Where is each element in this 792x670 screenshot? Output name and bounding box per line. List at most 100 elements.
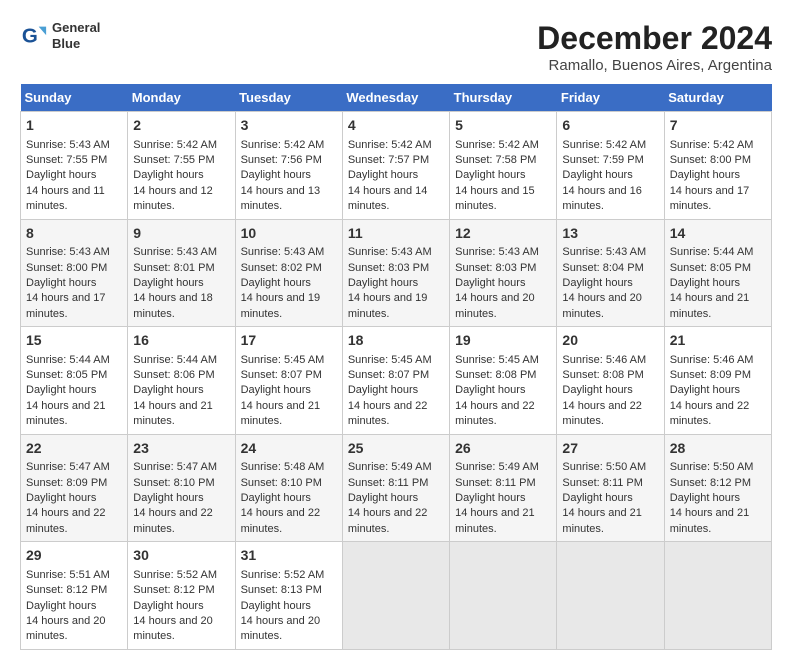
daylight-duration: 14 hours and 21 minutes.: [562, 507, 642, 534]
sunset-text: Sunset: 8:10 PM: [133, 477, 214, 489]
sunset-text: Sunset: 7:57 PM: [348, 154, 429, 166]
day-number: 21: [670, 331, 766, 351]
day-number: 25: [348, 439, 444, 459]
calendar-cell: 6Sunrise: 5:42 AMSunset: 7:59 PMDaylight…: [557, 112, 664, 220]
sunset-text: Sunset: 7:59 PM: [562, 154, 643, 166]
calendar-body: 1Sunrise: 5:43 AMSunset: 7:55 PMDaylight…: [21, 112, 772, 650]
calendar-cell: 22Sunrise: 5:47 AMSunset: 8:09 PMDayligh…: [21, 434, 128, 542]
daylight-duration: 14 hours and 19 minutes.: [348, 292, 428, 319]
daylight-duration: 14 hours and 20 minutes.: [562, 292, 642, 319]
daylight-duration: 14 hours and 13 minutes.: [241, 185, 321, 212]
column-header-thursday: Thursday: [450, 84, 557, 112]
daylight-text: Daylight hours: [348, 169, 418, 181]
daylight-duration: 14 hours and 16 minutes.: [562, 185, 642, 212]
daylight-duration: 14 hours and 22 minutes.: [348, 400, 428, 427]
day-number: 18: [348, 331, 444, 351]
day-number: 12: [455, 224, 551, 244]
calendar-cell: 9Sunrise: 5:43 AMSunset: 8:01 PMDaylight…: [128, 219, 235, 327]
calendar-cell: 17Sunrise: 5:45 AMSunset: 8:07 PMDayligh…: [235, 327, 342, 435]
sunrise-text: Sunrise: 5:46 AM: [562, 354, 646, 366]
sunset-text: Sunset: 8:05 PM: [670, 262, 751, 274]
sunset-text: Sunset: 8:09 PM: [26, 477, 107, 489]
daylight-text: Daylight hours: [455, 492, 525, 504]
sunrise-text: Sunrise: 5:42 AM: [455, 139, 539, 151]
sunrise-text: Sunrise: 5:42 AM: [348, 139, 432, 151]
sunset-text: Sunset: 8:04 PM: [562, 262, 643, 274]
calendar-cell: 14 Sunrise: 5:44 AM Sunset: 8:05 PM Dayligh…: [664, 219, 771, 327]
sunset-text: Sunset: 8:01 PM: [133, 262, 214, 274]
daylight-duration: 14 hours and 21 minutes.: [670, 292, 750, 319]
sunrise-text: Sunrise: 5:48 AM: [241, 461, 325, 473]
day-number: 28: [670, 439, 766, 459]
logo-icon: G: [20, 22, 48, 50]
daylight-text: Daylight hours: [241, 169, 311, 181]
sunrise-text: Sunrise: 5:45 AM: [455, 354, 539, 366]
daylight-duration: 14 hours and 21 minutes.: [455, 507, 535, 534]
sunrise-text: Sunrise: 5:47 AM: [26, 461, 110, 473]
day-number: 8: [26, 224, 122, 244]
daylight-duration: 14 hours and 22 minutes.: [348, 507, 428, 534]
daylight-text: Daylight hours: [348, 384, 418, 396]
sunrise-text: Sunrise: 5:52 AM: [241, 569, 325, 581]
sunrise-text: Sunrise: 5:42 AM: [133, 139, 217, 151]
daylight-duration: 14 hours and 17 minutes.: [26, 292, 106, 319]
sunset-text: Sunset: 8:13 PM: [241, 584, 322, 596]
day-number: 9: [133, 224, 229, 244]
sunrise-text: Sunrise: 5:51 AM: [26, 569, 110, 581]
calendar-cell: 16Sunrise: 5:44 AMSunset: 8:06 PMDayligh…: [128, 327, 235, 435]
calendar-cell: 31Sunrise: 5:52 AMSunset: 8:13 PMDayligh…: [235, 542, 342, 650]
daylight-text: Daylight hours: [670, 384, 740, 396]
day-number: 31: [241, 546, 337, 566]
daylight-duration: 14 hours and 18 minutes.: [133, 292, 213, 319]
header: G General Blue December 2024 Ramallo, Bu…: [20, 20, 772, 74]
sunset-text: Sunset: 8:12 PM: [133, 584, 214, 596]
day-number: 10: [241, 224, 337, 244]
calendar-header-row: SundayMondayTuesdayWednesdayThursdayFrid…: [21, 84, 772, 112]
daylight-text: Daylight hours: [562, 277, 632, 289]
sunrise-text: Sunrise: 5:50 AM: [670, 461, 754, 473]
daylight-text: Daylight hours: [26, 384, 96, 396]
daylight-duration: 14 hours and 22 minutes.: [26, 507, 106, 534]
daylight-text: Daylight hours: [241, 277, 311, 289]
calendar-week-row: 22 Sunrise: 5:47 AM Sunset: 8:09 PM Dayligh…: [21, 434, 772, 542]
sunrise-text: Sunrise: 5:44 AM: [670, 246, 754, 258]
daylight-duration: 14 hours and 20 minutes.: [26, 615, 106, 642]
day-number: 20: [562, 331, 658, 351]
calendar-cell: 8Sunrise: 5:43 AMSunset: 8:00 PMDaylight…: [21, 219, 128, 327]
sunset-text: Sunset: 8:08 PM: [562, 369, 643, 381]
day-number: 27: [562, 439, 658, 459]
day-number: 3: [241, 116, 337, 136]
calendar-cell: 13Sunrise: 5:43 AMSunset: 8:04 PMDayligh…: [557, 219, 664, 327]
daylight-duration: 14 hours and 22 minutes.: [670, 400, 750, 427]
day-number: 29: [26, 546, 122, 566]
calendar-cell: 21Sunrise: 5:46 AMSunset: 8:09 PMDayligh…: [664, 327, 771, 435]
column-header-saturday: Saturday: [664, 84, 771, 112]
day-number: 13: [562, 224, 658, 244]
daylight-text: Daylight hours: [670, 277, 740, 289]
sunrise-text: Sunrise: 5:49 AM: [348, 461, 432, 473]
daylight-duration: 14 hours and 22 minutes.: [133, 507, 213, 534]
sunrise-text: Sunrise: 5:50 AM: [562, 461, 646, 473]
sunrise-text: Sunrise: 5:45 AM: [241, 354, 325, 366]
day-number: 14: [670, 224, 766, 244]
calendar-cell: 29Sunrise: 5:51 AMSunset: 8:12 PMDayligh…: [21, 542, 128, 650]
sunrise-text: Sunrise: 5:42 AM: [562, 139, 646, 151]
calendar-cell: 23Sunrise: 5:47 AMSunset: 8:10 PMDayligh…: [128, 434, 235, 542]
daylight-text: Daylight hours: [241, 384, 311, 396]
day-number: 5: [455, 116, 551, 136]
sunrise-text: Sunrise: 5:42 AM: [670, 139, 754, 151]
calendar-cell: 3Sunrise: 5:42 AMSunset: 7:56 PMDaylight…: [235, 112, 342, 220]
calendar-cell: 26Sunrise: 5:49 AMSunset: 8:11 PMDayligh…: [450, 434, 557, 542]
daylight-text: Daylight hours: [562, 492, 632, 504]
sunset-text: Sunset: 8:11 PM: [562, 477, 643, 489]
sunrise-text: Sunrise: 5:47 AM: [133, 461, 217, 473]
day-number: 4: [348, 116, 444, 136]
day-number: 23: [133, 439, 229, 459]
day-number: 22: [26, 439, 122, 459]
day-number: 7: [670, 116, 766, 136]
day-number: 26: [455, 439, 551, 459]
day-number: 2: [133, 116, 229, 136]
sunset-text: Sunset: 7:55 PM: [133, 154, 214, 166]
calendar-week-row: 29Sunrise: 5:51 AMSunset: 8:12 PMDayligh…: [21, 542, 772, 650]
title-area: December 2024 Ramallo, Buenos Aires, Arg…: [537, 20, 772, 74]
